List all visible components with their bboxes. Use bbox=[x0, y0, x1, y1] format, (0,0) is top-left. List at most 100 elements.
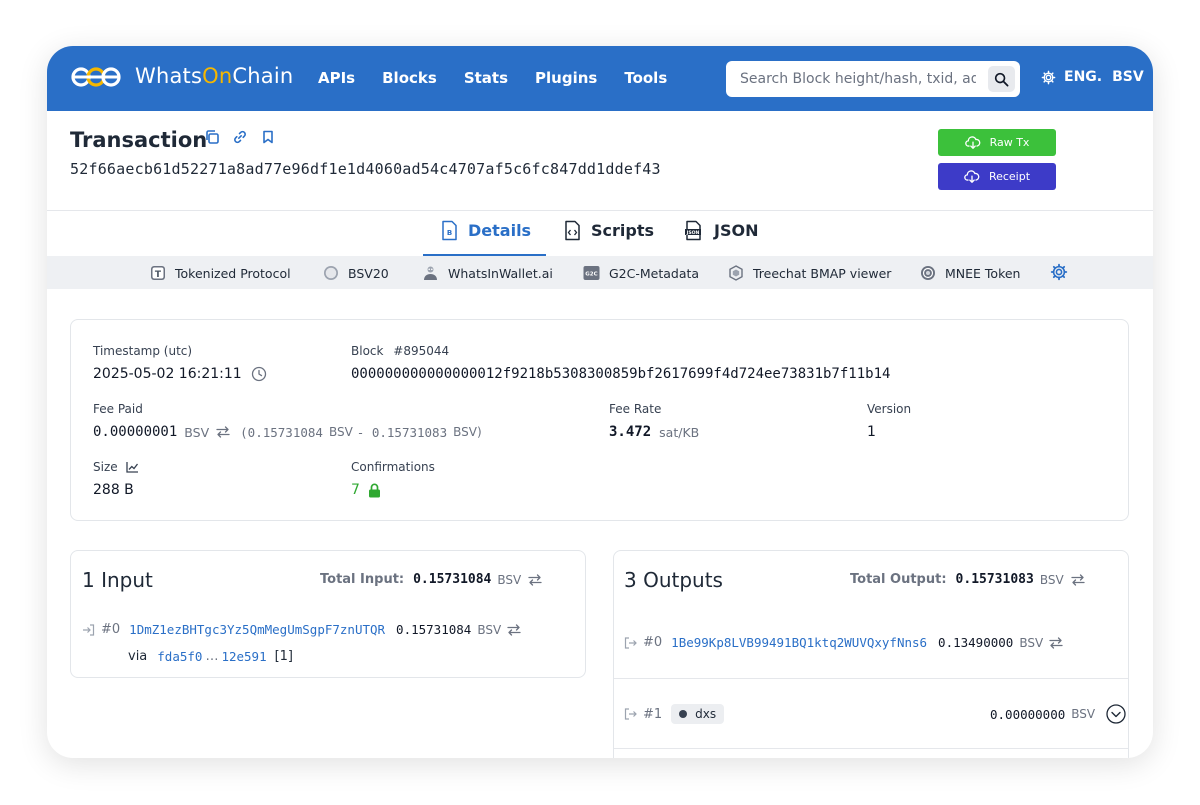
exchange-icon[interactable] bbox=[1049, 636, 1063, 649]
inputs-title: 1 Input bbox=[82, 568, 153, 592]
g2c-icon: G2C bbox=[583, 265, 600, 281]
confirmations-label: Confirmations bbox=[351, 460, 435, 474]
nav-plugins[interactable]: Plugins bbox=[535, 69, 597, 87]
robot-icon bbox=[422, 265, 439, 281]
nav-blocks[interactable]: Blocks bbox=[382, 69, 437, 87]
cloud-download-icon bbox=[964, 169, 989, 184]
link-icon[interactable] bbox=[232, 129, 248, 145]
fee-output-total: - 0.15731083 bbox=[356, 424, 448, 440]
input-arrow-icon bbox=[82, 623, 95, 636]
gear-icon bbox=[1050, 263, 1068, 281]
via-txid-start[interactable]: fda5f0 bbox=[157, 649, 202, 664]
outputs-title: 3 Outputs bbox=[624, 568, 723, 592]
via-ellipsis: … bbox=[205, 649, 219, 664]
document-bitcoin-icon: B bbox=[441, 220, 468, 241]
total-input-value: 0.15731084 bbox=[413, 572, 492, 587]
exchange-icon[interactable] bbox=[528, 573, 542, 586]
plugin-g2c-metadata[interactable]: G2C G2C-Metadata bbox=[583, 265, 699, 281]
output-row: #0 1Be99Kp8LVB99491BQ1ktq2WUVQxyfNns6 0.… bbox=[624, 635, 1063, 650]
plugin-whatsinwallet[interactable]: WhatsInWallet.ai bbox=[422, 265, 553, 281]
version-value: 1 bbox=[867, 424, 876, 440]
svg-text:T: T bbox=[155, 270, 162, 280]
bookmark-icon[interactable] bbox=[260, 129, 276, 145]
confirmations-value: 7 bbox=[351, 482, 360, 498]
confirmations-row: 7 bbox=[351, 482, 381, 498]
badge-dot bbox=[679, 710, 688, 718]
output-unit: BSV bbox=[1019, 635, 1044, 650]
chart-line-icon[interactable] bbox=[125, 461, 139, 473]
brand-name[interactable]: WhatsOnChain bbox=[135, 64, 293, 88]
input-index: #0 bbox=[101, 622, 121, 637]
bsv20-icon bbox=[323, 265, 339, 281]
code-file-icon bbox=[564, 220, 591, 241]
input-via-row: via fda5f0 … 12e591 [1] bbox=[128, 649, 293, 664]
search-box bbox=[726, 61, 1020, 97]
plugin-label: BSV20 bbox=[348, 265, 389, 281]
svg-text:JSON: JSON bbox=[686, 230, 700, 236]
fee-rate-row: 3.472 sat/KB bbox=[609, 424, 699, 440]
fee-input-unit: BSV bbox=[328, 425, 353, 439]
tokenized-icon: T bbox=[150, 265, 166, 281]
plugin-label: Tokenized Protocol bbox=[175, 265, 291, 281]
transaction-id: 52f66aecb61d52271a8ad77e96df1e1d4060ad54… bbox=[70, 160, 661, 178]
clock-icon[interactable] bbox=[251, 366, 267, 382]
copy-icon[interactable] bbox=[204, 129, 220, 145]
fee-output-unit: BSV) bbox=[453, 425, 482, 439]
tab-details-label: Details bbox=[468, 221, 532, 240]
size-value: 288 B bbox=[93, 482, 134, 498]
output-arrow-icon bbox=[624, 636, 637, 649]
plugin-bsv20[interactable]: BSV20 bbox=[323, 265, 389, 281]
app-window: WhatsOnChain APIs Blocks Stats Plugins T… bbox=[47, 46, 1153, 758]
search-input[interactable] bbox=[726, 62, 976, 96]
json-file-icon: JSON bbox=[684, 220, 714, 241]
settings-menu[interactable]: ENG. BSV bbox=[1041, 69, 1144, 85]
plugin-mnee-token[interactable]: MNEE Token bbox=[920, 265, 1020, 281]
transaction-summary-card: Timestamp (utc) 2025-05-02 16:21:11 Bloc… bbox=[70, 319, 1129, 521]
fee-rate-unit: sat/KB bbox=[659, 424, 700, 440]
plugin-settings-button[interactable] bbox=[1050, 263, 1068, 281]
tab-details[interactable]: B Details bbox=[441, 220, 531, 241]
timestamp-label: Timestamp (utc) bbox=[93, 344, 193, 358]
tab-json[interactable]: JSON JSON bbox=[684, 220, 758, 241]
output-index: #1 bbox=[643, 706, 663, 722]
divider bbox=[614, 678, 1128, 679]
fee-paid-row: 0.00000001 BSV (0.15731084 BSV - 0.15731… bbox=[93, 424, 482, 440]
logo-icon[interactable] bbox=[69, 65, 123, 89]
fee-paid-label: Fee Paid bbox=[93, 402, 143, 416]
via-txid-end[interactable]: 12e591 bbox=[221, 649, 266, 664]
output-address-link[interactable]: 1Be99Kp8LVB99491BQ1ktq2WUVQxyfNns6 bbox=[671, 635, 927, 650]
nav-apis[interactable]: APIs bbox=[318, 69, 355, 87]
plugin-treechat-bmap[interactable]: Treechat BMAP viewer bbox=[728, 265, 891, 281]
total-output: Total Output: 0.15731083 BSV bbox=[850, 572, 1085, 587]
main-nav: APIs Blocks Stats Plugins Tools bbox=[318, 69, 694, 87]
block-hash[interactable]: 000000000000000012f9218b5308300859bf2617… bbox=[351, 366, 890, 382]
gear-icon bbox=[1041, 70, 1056, 85]
search-button[interactable] bbox=[988, 66, 1015, 92]
tab-scripts[interactable]: Scripts bbox=[564, 220, 654, 241]
mnee-icon bbox=[920, 265, 936, 281]
plugin-label: G2C-Metadata bbox=[609, 265, 700, 281]
timestamp-value-row: 2025-05-02 16:21:11 bbox=[93, 366, 267, 382]
chevron-down-icon[interactable] bbox=[1106, 704, 1126, 724]
lock-icon bbox=[368, 483, 381, 498]
exchange-icon[interactable] bbox=[507, 623, 521, 636]
brand-part: Chain bbox=[232, 64, 294, 88]
nav-tools[interactable]: Tools bbox=[624, 69, 667, 87]
exchange-icon[interactable] bbox=[1071, 573, 1085, 586]
tab-bar: B Details Scripts JSON JSON bbox=[47, 210, 1153, 256]
total-output-value: 0.15731083 bbox=[955, 572, 1034, 587]
exchange-icon[interactable] bbox=[216, 426, 230, 438]
total-input: Total Input: 0.15731084 BSV bbox=[320, 572, 542, 587]
input-address-link[interactable]: 1DmZ1ezBHTgc3Yz5QmMegUmSgpF7znUTQR bbox=[129, 622, 385, 637]
nav-stats[interactable]: Stats bbox=[464, 69, 508, 87]
raw-tx-button[interactable]: Raw Tx bbox=[938, 129, 1056, 156]
language-label: ENG. bbox=[1064, 69, 1103, 85]
plugin-label: Treechat BMAP viewer bbox=[753, 265, 892, 281]
receipt-button[interactable]: Receipt bbox=[938, 163, 1056, 190]
block-number[interactable]: #895044 bbox=[393, 344, 449, 358]
output-amount: 0.00000000 bbox=[990, 706, 1066, 722]
total-input-label: Total Input: bbox=[320, 572, 405, 587]
plugin-tokenized-protocol[interactable]: T Tokenized Protocol bbox=[150, 265, 291, 281]
fee-paid-value: 0.00000001 bbox=[93, 424, 178, 440]
raw-tx-label: Raw Tx bbox=[989, 136, 1030, 149]
